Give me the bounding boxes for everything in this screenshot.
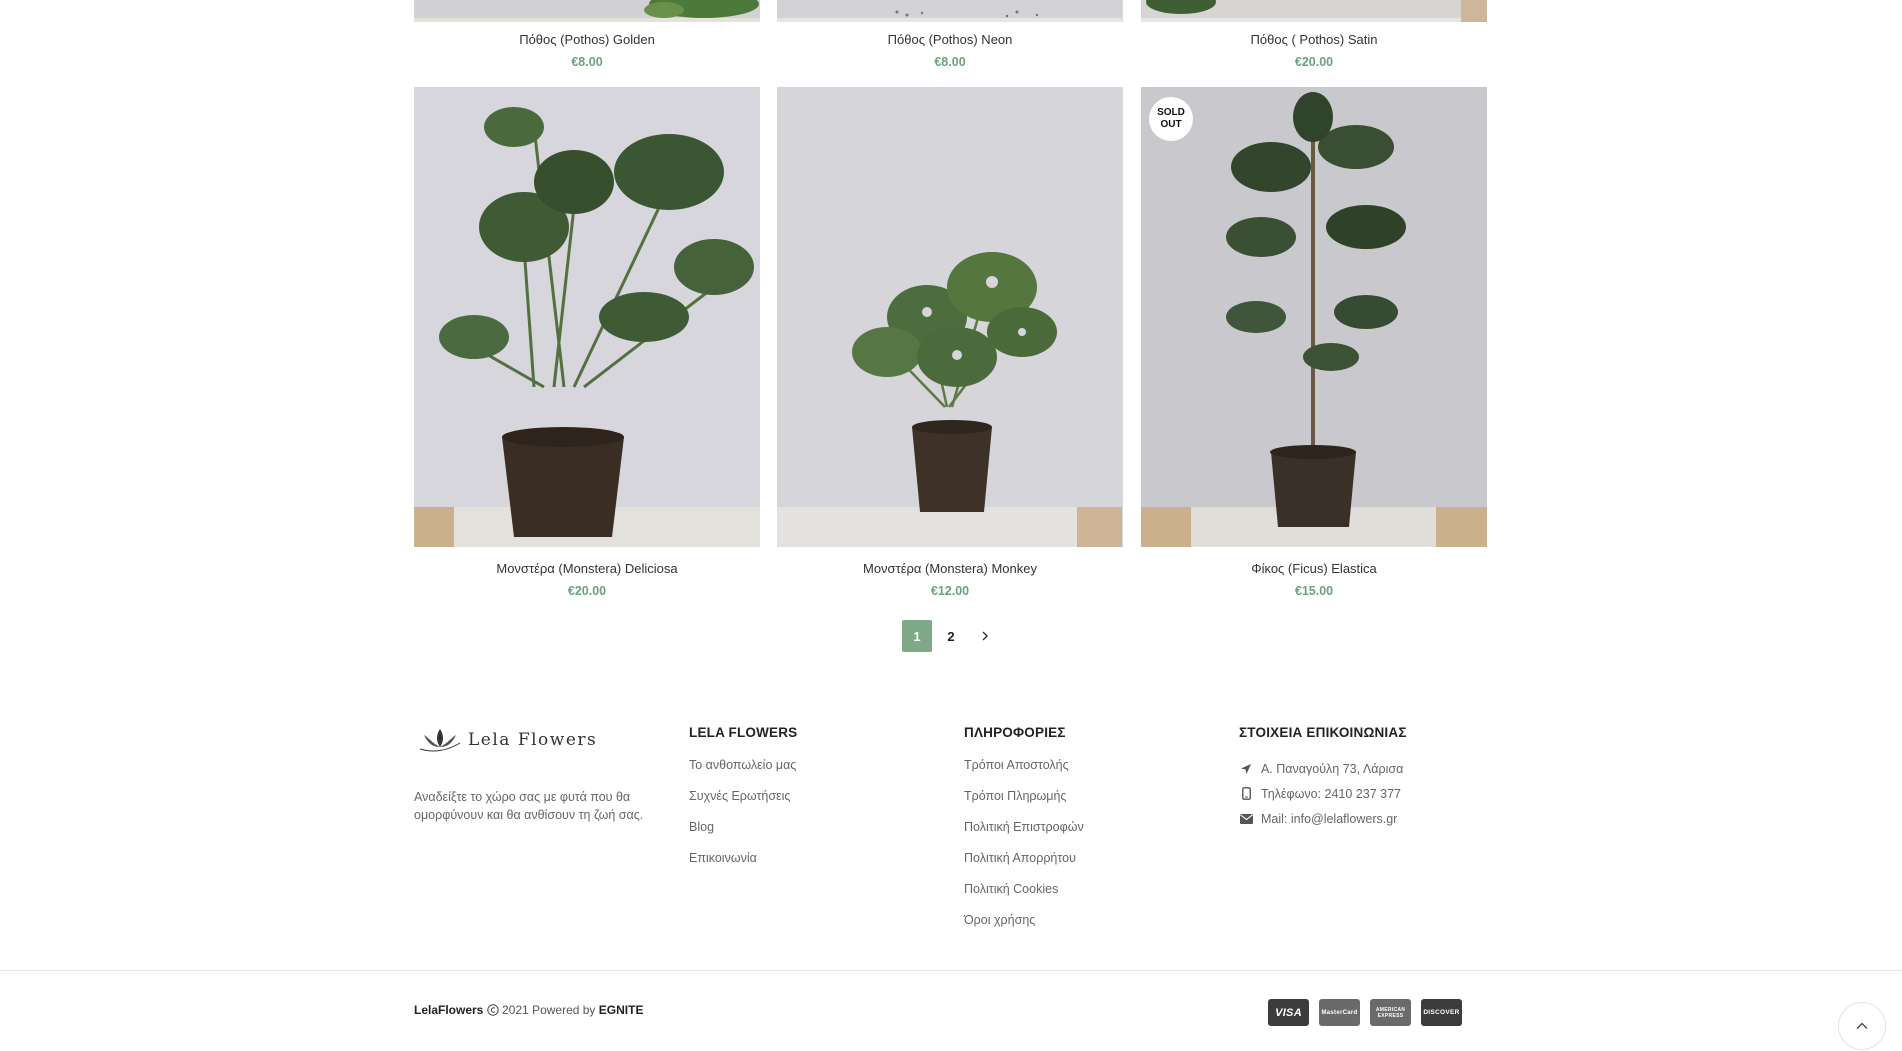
- footer-link[interactable]: Το ανθοπωλείο μας: [689, 757, 949, 788]
- site-logo[interactable]: Lela Flowers: [418, 725, 597, 755]
- product-card[interactable]: SOLD OUT Φίκος (Ficus) Elastica €15.00: [1141, 87, 1487, 598]
- product-price: €8.00: [571, 55, 603, 69]
- payment-methods: VISA MasterCard AMERICAN EXPRESS DISCOVE…: [1268, 999, 1462, 1026]
- product-image[interactable]: SOLD OUT: [1141, 87, 1487, 547]
- footer-column-title: ΠΛΗΡΟΦΟΡΙΕΣ: [964, 725, 1066, 740]
- discover-card-icon: DISCOVER: [1421, 999, 1462, 1026]
- amex-card-icon: AMERICAN EXPRESS: [1370, 999, 1411, 1026]
- badge-line: OUT: [1160, 119, 1182, 130]
- product-image[interactable]: [777, 87, 1123, 547]
- footer-link[interactable]: Τρόποι Πληρωμής: [964, 788, 1224, 819]
- location-arrow-icon: [1239, 762, 1253, 776]
- visa-card-icon: VISA: [1268, 999, 1309, 1026]
- footer-divider: [0, 970, 1902, 971]
- product-price: €12.00: [930, 584, 970, 598]
- copyright-text: 2021 Powered by: [498, 1003, 599, 1017]
- page-1-button[interactable]: 1: [902, 620, 932, 652]
- product-image[interactable]: [777, 0, 1123, 22]
- lotus-logo-icon: [419, 729, 461, 752]
- contact-address: Α. Παναγούλη 73, Λάρισα: [1239, 756, 1489, 781]
- product-name[interactable]: Πόθος ( Pothos) Satin: [1141, 32, 1487, 48]
- footer-column-title: ΣΤΟΙΧΕΙΑ ΕΠΙΚΟΙΝΩΝΙΑΣ: [1239, 725, 1407, 740]
- monstera-monkey-image: [777, 87, 1122, 547]
- next-page-button[interactable]: [970, 620, 1000, 652]
- product-card[interactable]: Πόθος (Pothos) Neon €8.00: [777, 0, 1123, 69]
- footer-link[interactable]: Επικοινωνία: [689, 850, 949, 881]
- footer-column-contact: ΣΤΟΙΧΕΙΑ ΕΠΙΚΟΙΝΩΝΙΑΣ Α. Παναγούλη 73, Λ…: [1239, 700, 1489, 831]
- footer-link[interactable]: Όροι χρήσης: [964, 912, 1224, 943]
- footer-link[interactable]: Συχνές Ερωτήσεις: [689, 788, 949, 819]
- product-card[interactable]: Πόθος (Pothos) Golden €8.00: [414, 0, 760, 69]
- footer-description: Αναδείξτε το χώρο σας με φυτά που θα ομο…: [414, 790, 644, 822]
- product-image[interactable]: [414, 0, 760, 22]
- copyright-brand[interactable]: LelaFlowers: [414, 1003, 483, 1017]
- footer-column-title: LELA FLOWERS: [689, 725, 798, 740]
- chevron-up-icon: [1856, 1022, 1868, 1029]
- ficus-elastica-image: [1141, 87, 1487, 547]
- product-name[interactable]: Μονστέρα (Monstera) Deliciosa: [414, 561, 760, 577]
- scroll-to-top-button[interactable]: [1838, 1002, 1886, 1050]
- contact-address-text: Α. Παναγούλη 73, Λάρισα: [1261, 761, 1404, 776]
- logo-text: Lela Flowers: [468, 730, 598, 750]
- mastercard-icon: MasterCard: [1319, 999, 1360, 1026]
- page-2-button[interactable]: 2: [936, 620, 966, 652]
- badge-line: SOLD: [1157, 107, 1185, 118]
- monstera-deliciosa-image: [414, 87, 760, 547]
- product-image[interactable]: [414, 87, 760, 547]
- chevron-right-icon: [982, 631, 988, 641]
- footer-link[interactable]: Πολιτική Επιστροφών: [964, 819, 1224, 850]
- footer: Lela Flowers Αναδείξτε το χώρο σας με φυ…: [414, 700, 1487, 950]
- product-price: €20.00: [567, 584, 607, 598]
- copyright: LelaFlowers 2021 Powered by EGNITE: [414, 1003, 643, 1017]
- pothos-image: [777, 0, 1122, 22]
- footer-link[interactable]: Πολιτική Cookies: [964, 881, 1224, 912]
- mobile-phone-icon: [1239, 787, 1253, 801]
- sold-out-badge: SOLD OUT: [1149, 97, 1193, 141]
- product-name[interactable]: Φίκος (Ficus) Elastica: [1141, 561, 1487, 577]
- copyright-icon: [487, 1004, 499, 1016]
- pagination: 1 2: [902, 620, 1000, 652]
- product-price: €20.00: [1294, 55, 1334, 69]
- footer-link[interactable]: Blog: [689, 819, 949, 850]
- powered-by-link[interactable]: EGNITE: [599, 1003, 644, 1017]
- contact-phone-text[interactable]: Τηλέφωνο: 2410 237 377: [1261, 786, 1401, 802]
- product-price: €15.00: [1294, 584, 1334, 598]
- product-card[interactable]: Μονστέρα (Monstera) Deliciosa €20.00: [414, 87, 760, 598]
- product-name[interactable]: Μονστέρα (Monstera) Monkey: [777, 561, 1123, 577]
- pothos-image: [1141, 0, 1487, 22]
- contact-mail-text[interactable]: Mail: info@lelaflowers.gr: [1261, 811, 1397, 827]
- product-name[interactable]: Πόθος (Pothos) Neon: [777, 32, 1123, 48]
- footer-link[interactable]: Τρόποι Αποστολής: [964, 757, 1224, 788]
- product-name[interactable]: Πόθος (Pothos) Golden: [414, 32, 760, 48]
- footer-link[interactable]: Πολιτική Απορρήτου: [964, 850, 1224, 881]
- product-image[interactable]: [1141, 0, 1487, 22]
- product-card[interactable]: Μονστέρα (Monstera) Monkey €12.00: [777, 87, 1123, 598]
- envelope-icon: [1239, 812, 1253, 826]
- product-price: €8.00: [934, 55, 966, 69]
- product-card[interactable]: Πόθος ( Pothos) Satin €20.00: [1141, 0, 1487, 69]
- contact-phone: Τηλέφωνο: 2410 237 377: [1239, 781, 1489, 806]
- footer-column-info: ΠΛΗΡΟΦΟΡΙΕΣ Τρόποι Αποστολής Τρόποι Πληρ…: [964, 700, 1224, 943]
- footer-column-lela: LELA FLOWERS Το ανθοπωλείο μας Συχνές Ερ…: [689, 700, 949, 881]
- pothos-image: [414, 0, 760, 22]
- contact-mail: Mail: info@lelaflowers.gr: [1239, 806, 1489, 831]
